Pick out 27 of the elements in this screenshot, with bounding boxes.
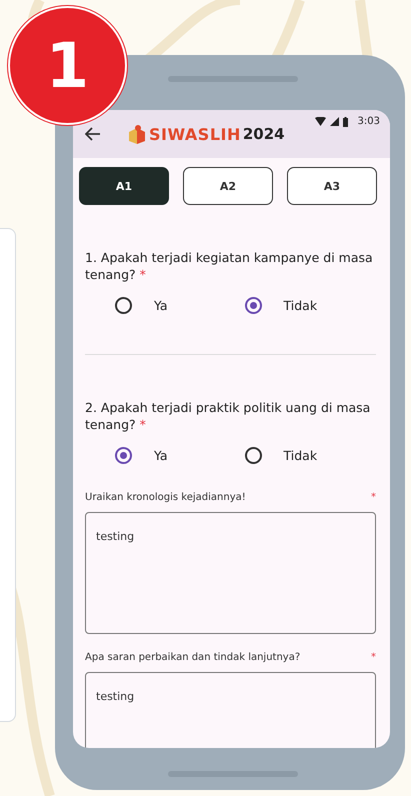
step-badge: 1 [8, 6, 127, 125]
battery-icon [342, 116, 348, 126]
question-text: 1. Apakah terjadi kegiatan kampanye di masa tenang? * [85, 249, 374, 283]
required-marker: * [371, 652, 376, 663]
wifi-icon [314, 117, 326, 126]
logo-year: 2024 [242, 125, 285, 143]
logo-text: SIWASLIH [149, 124, 241, 144]
question-text: 2. Apakah terjadi praktik politik uang di masa tenang? * [85, 399, 372, 433]
text-area[interactable]: testing [85, 512, 376, 634]
radio-button[interactable] [115, 297, 132, 314]
field-label: Uraikan kronologis kejadiannya! [85, 492, 246, 503]
logo-icon [127, 124, 147, 144]
required-marker: * [371, 492, 376, 503]
section-tab[interactable]: A1 [79, 167, 169, 205]
section-tab[interactable]: A2 [183, 167, 273, 205]
option-label: Tidak [284, 448, 318, 463]
field-label: Apa saran perbaikan dan tindak lanjutnya? [85, 652, 300, 663]
option-label: Ya [154, 448, 168, 463]
back-arrow-icon[interactable] [85, 127, 101, 141]
radio-button[interactable] [244, 297, 262, 314]
signal-icon [330, 117, 339, 126]
option-label: Tidak [284, 298, 318, 313]
status-time: 3:03 [358, 116, 380, 127]
radio-button[interactable] [244, 447, 262, 464]
option-label: Ya [154, 298, 168, 313]
section-tab[interactable]: A3 [287, 167, 377, 205]
radio-button[interactable] [115, 447, 132, 464]
